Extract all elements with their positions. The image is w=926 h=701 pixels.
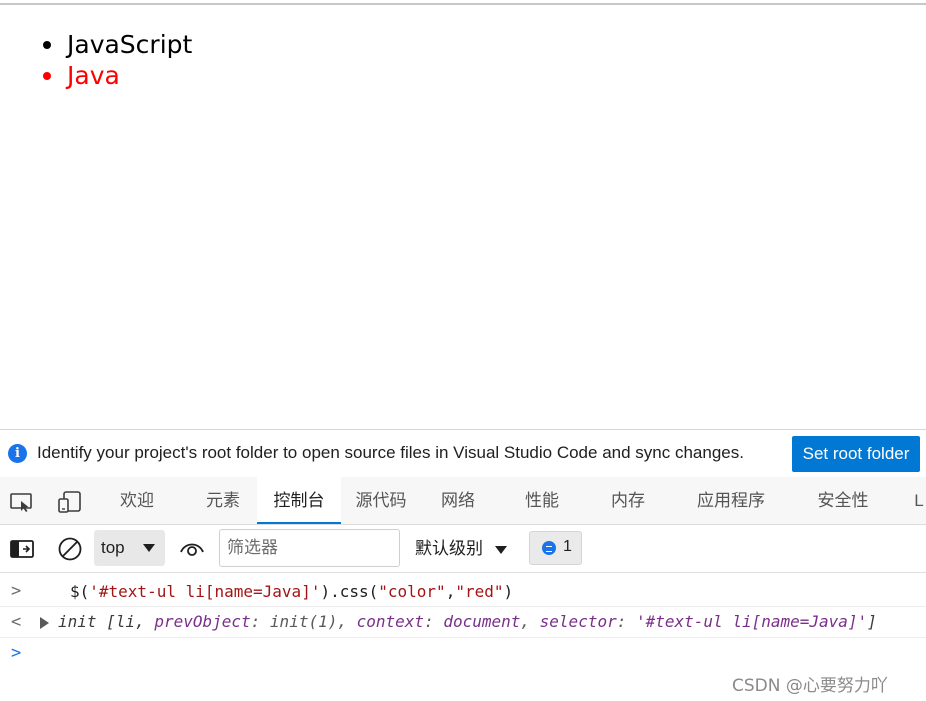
issues-count: 1 <box>563 538 572 555</box>
issues-badge[interactable]: 1 <box>529 531 582 565</box>
log-level-value: 默认级别 <box>415 539 483 558</box>
page-viewport: JavaScript Java <box>0 5 926 429</box>
console-result-value: init [li, prevObject: init(1), context: … <box>58 612 877 631</box>
root-folder-infobar: i Identify your project's root folder to… <box>0 429 926 477</box>
chevron-down-icon <box>143 544 155 552</box>
toggle-sidebar-icon[interactable] <box>9 536 35 562</box>
prompt-chevron-icon: > <box>11 643 22 663</box>
list-item-javascript: JavaScript <box>43 29 193 60</box>
list-bullet <box>43 41 51 49</box>
devtools-tab-bar: 欢迎 元素 控制台 源代码 网络 性能 内存 应用程序 安全性 L <box>0 477 926 525</box>
tab-elements[interactable]: 元素 <box>191 477 255 524</box>
infobar-message: Identify your project's root folder to o… <box>37 443 744 462</box>
tab-memory[interactable]: 内存 <box>596 477 660 524</box>
console-result-entry[interactable]: < init [li, prevObject: init(1), context… <box>0 607 926 638</box>
tab-overflow[interactable]: L <box>912 477 926 524</box>
console-input-code: $('#text-ul li[name=Java]').css("color",… <box>70 582 514 601</box>
info-icon: i <box>8 444 27 463</box>
log-level-select[interactable]: 默认级别 <box>415 525 507 572</box>
tab-network[interactable]: 网络 <box>426 477 490 524</box>
context-select-value: top <box>101 538 125 557</box>
list-bullet <box>43 72 51 80</box>
console-toolbar: top 默认级别 1 <box>0 525 926 573</box>
filter-input[interactable] <box>219 529 400 567</box>
watermark: CSDN @心要努力吖 <box>732 676 888 696</box>
chevron-left-icon: < <box>11 612 22 632</box>
inspect-element-icon[interactable] <box>9 491 35 513</box>
chevron-right-icon: > <box>11 581 22 601</box>
clear-console-icon[interactable] <box>57 536 83 562</box>
device-emulation-icon[interactable] <box>57 491 83 513</box>
language-list: JavaScript Java <box>0 29 192 91</box>
tab-application[interactable]: 应用程序 <box>688 477 774 524</box>
console-prompt[interactable]: > <box>0 638 926 669</box>
tab-console[interactable]: 控制台 <box>257 477 341 524</box>
chevron-down-icon <box>495 545 507 554</box>
set-root-folder-button[interactable]: Set root folder <box>792 436 920 472</box>
context-select[interactable]: top <box>94 530 165 566</box>
list-item-java: Java <box>43 60 192 91</box>
eye-icon[interactable] <box>179 536 205 562</box>
tab-sources[interactable]: 源代码 <box>345 477 417 524</box>
list-item-text: Java <box>67 61 120 90</box>
tab-security[interactable]: 安全性 <box>810 477 876 524</box>
expand-triangle-icon[interactable] <box>40 617 49 629</box>
list-item-text: JavaScript <box>67 30 193 59</box>
tab-welcome[interactable]: 欢迎 <box>105 477 169 524</box>
message-icon <box>542 541 556 555</box>
tab-performance[interactable]: 性能 <box>510 477 574 524</box>
console-input-entry: > $('#text-ul li[name=Java]').css("color… <box>0 576 926 607</box>
